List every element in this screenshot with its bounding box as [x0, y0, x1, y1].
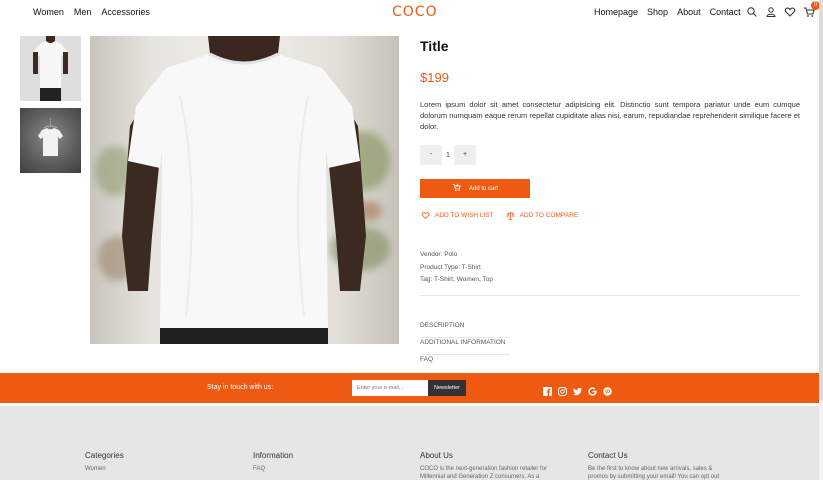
footer-about-title: About Us: [420, 451, 453, 460]
tags-text: Tag: T-Shirt, Women, Top: [420, 276, 493, 283]
footer-categories-title: Categories: [85, 451, 124, 460]
quantity-increase-button[interactable]: +: [454, 145, 476, 165]
quantity-stepper: - 1 +: [420, 145, 476, 165]
footer-information-title: Information: [253, 451, 294, 460]
add-to-cart-button[interactable]: Add to cart: [420, 179, 530, 198]
pinterest-icon[interactable]: [603, 383, 612, 396]
facebook-icon[interactable]: [543, 383, 552, 396]
heart-icon[interactable]: [784, 5, 796, 17]
twitter-icon[interactable]: [573, 383, 582, 396]
social-links: [543, 383, 612, 396]
heart-outline-icon: [421, 212, 430, 220]
google-icon[interactable]: [588, 383, 597, 396]
newsletter-label: Stay in touch with us:: [207, 384, 274, 391]
search-icon[interactable]: [746, 5, 758, 17]
add-to-cart-label: Add to cart: [468, 185, 498, 192]
product-title: Title: [420, 38, 449, 54]
newsletter-button[interactable]: Newsletter: [428, 380, 466, 396]
page-scrollbar[interactable]: [819, 0, 823, 480]
add-to-wishlist-link[interactable]: ADD TO WISH LIST: [421, 211, 494, 220]
quantity-value[interactable]: 1: [442, 152, 454, 159]
newsletter-bar: Stay in touch with us: Newsletter: [0, 373, 823, 403]
footer-contact: Contact Us Be the first to know about ne…: [588, 451, 734, 480]
product-thumbnail-1[interactable]: [20, 36, 81, 101]
header-icons: 0: [746, 1, 820, 17]
main-nav-left: Women Men Accessories: [33, 7, 150, 17]
newsletter-email-input[interactable]: [352, 380, 428, 396]
tab-additional-information[interactable]: ADDITIONAL INFORMATION: [420, 338, 510, 355]
quantity-decrease-button[interactable]: -: [420, 145, 442, 165]
add-to-wishlist-label: ADD TO WISH LIST: [435, 212, 494, 219]
nav-women[interactable]: Women: [33, 7, 64, 17]
product-type-text: Product Type: T-Shirt: [420, 263, 481, 271]
site-header: Women Men Accessories COCO Homepage Shop…: [0, 0, 823, 26]
vendor-text: Vendor: Polo: [420, 251, 458, 258]
footer-contact-text: Be the first to know about new arrivals,…: [588, 466, 720, 480]
nav-men[interactable]: Men: [74, 7, 92, 17]
cart-plus-icon: [452, 183, 461, 194]
tab-description[interactable]: DESCRIPTION: [420, 321, 510, 338]
scrollbar-thumb[interactable]: [819, 0, 823, 400]
footer-information: Information FAQ: [253, 451, 413, 473]
footer-about: About Us COCO is the next-generation fas…: [420, 451, 566, 480]
product-tabs: DESCRIPTION ADDITIONAL INFORMATION FAQ: [420, 321, 510, 372]
user-icon[interactable]: [765, 5, 777, 17]
footer-categories: Categories Women: [85, 451, 245, 473]
footer-contact-title: Contact Us: [588, 451, 628, 460]
footer-faq-link[interactable]: FAQ: [253, 465, 413, 473]
product-description: Lorem ipsum dolor sit amet consectetur a…: [420, 100, 800, 131]
product-main-image[interactable]: [90, 36, 399, 344]
footer-about-text: COCO is the next-generation fashion reta…: [420, 466, 548, 480]
product-meta: Vendor: Polo Product Type: T-Shirt Tag: …: [420, 249, 493, 287]
section-divider: [420, 295, 800, 296]
scale-icon: [505, 211, 515, 220]
site-footer: Categories Women Information FAQ About U…: [0, 406, 823, 480]
add-to-compare-label: ADD TO COMPARE: [519, 212, 579, 219]
nav-accessories[interactable]: Accessories: [101, 7, 150, 17]
tab-faq[interactable]: FAQ: [420, 355, 510, 372]
main-nav-right: Homepage Shop About Contact: [594, 7, 741, 17]
cart-icon[interactable]: 0: [803, 1, 820, 17]
footer-category-link[interactable]: Women: [85, 465, 245, 473]
site-logo[interactable]: COCO: [392, 4, 438, 20]
nav-shop[interactable]: Shop: [647, 7, 668, 17]
product-thumbnail-2[interactable]: [20, 108, 81, 173]
instagram-icon[interactable]: [558, 383, 567, 396]
product-price: $199: [420, 70, 449, 85]
add-to-compare-link[interactable]: ADD TO COMPARE: [505, 211, 579, 220]
nav-homepage[interactable]: Homepage: [594, 7, 638, 17]
product-actions: ADD TO WISH LIST ADD TO COMPARE: [421, 211, 578, 220]
nav-about[interactable]: About: [677, 7, 701, 17]
nav-contact[interactable]: Contact: [710, 7, 741, 17]
